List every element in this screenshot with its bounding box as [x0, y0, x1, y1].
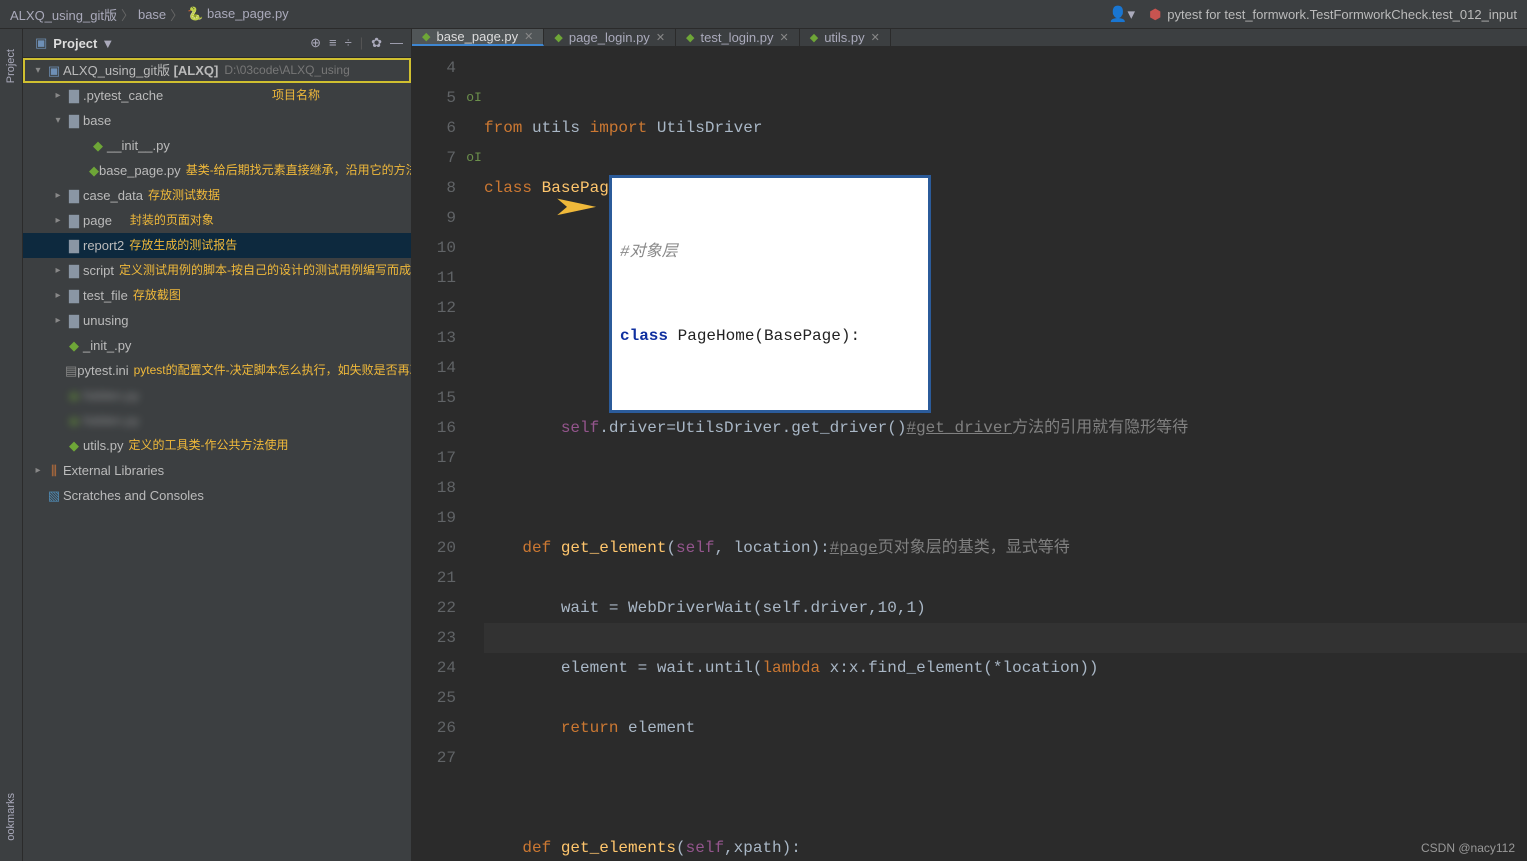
- code-popup-overlay: #对象层 class PageHome(BasePage):: [609, 175, 931, 413]
- tree-file-utils[interactable]: ◆utils.py定义的工具类-作公共方法使用: [23, 433, 411, 458]
- overlay-comment: #对象层: [620, 238, 920, 266]
- tree-scratches[interactable]: ▧Scratches and Consoles: [23, 483, 411, 508]
- implements-marker-icon[interactable]: oI: [464, 83, 484, 113]
- tree-external-libraries[interactable]: ▸⫼External Libraries: [23, 458, 411, 483]
- settings-icon[interactable]: ✿: [371, 35, 382, 51]
- python-file-icon: ◆: [89, 133, 107, 158]
- run-config-label: pytest for test_formwork.TestFormworkChe…: [1167, 7, 1517, 22]
- folder-icon: ▇: [65, 233, 83, 258]
- folder-icon: ▇: [65, 308, 83, 333]
- python-file-icon: ◆: [89, 158, 99, 183]
- folder-icon: ▇: [65, 183, 83, 208]
- python-file-icon: ◆: [65, 333, 83, 358]
- code-text[interactable]: from utils import UtilsDriver class Base…: [484, 47, 1527, 861]
- folder-icon: ▇: [65, 108, 83, 133]
- tree-file-pytest-ini[interactable]: ▤pytest.inipytest的配置文件-决定脚本怎么执行，如失败是否再次执…: [23, 358, 411, 383]
- sidebar-title: Project: [53, 36, 97, 51]
- python-file-icon: ◆: [65, 383, 83, 408]
- top-breadcrumb-bar: ALXQ_using_git版 〉 base 〉 🐍 base_page.py …: [0, 0, 1527, 29]
- tab-test-login[interactable]: ◆test_login.py✕: [676, 29, 800, 46]
- python-file-icon: ◆: [810, 31, 818, 44]
- tool-window-stripe: Project ookmarks: [0, 29, 23, 861]
- python-file-icon: ◆: [686, 31, 694, 44]
- pytest-run-icon: ⬢: [1149, 6, 1161, 23]
- tree-folder-script[interactable]: ▸▇script定义测试用例的脚本-按自己的设计的测试用例编写而成: [23, 258, 411, 283]
- editor-tabs: ◆base_page.py✕ ◆page_login.py✕ ◆test_log…: [412, 29, 1527, 47]
- annotation-label: 基类-给后期找元素直接继承，沿用它的方法: [186, 158, 411, 183]
- tab-utils[interactable]: ◆utils.py✕: [800, 29, 891, 46]
- python-file-icon: ◆: [65, 408, 83, 433]
- folder-icon: ▇: [65, 258, 83, 283]
- tab-page-login[interactable]: ◆page_login.py✕: [544, 29, 676, 46]
- python-file-icon: ◆: [65, 433, 83, 458]
- close-icon[interactable]: ✕: [524, 30, 533, 43]
- tree-file-init2[interactable]: ◆_init_.py: [23, 333, 411, 358]
- tree-folder-base[interactable]: ▾▇base: [23, 108, 411, 133]
- tree-file-hidden[interactable]: ◆hidden.py: [23, 383, 411, 408]
- project-folder-icon: ▣: [45, 58, 63, 83]
- locate-icon[interactable]: ⊕: [310, 35, 321, 51]
- tree-root[interactable]: ▾ ▣ ALXQ_using_git版 [ALXQ] D:\03code\ALX…: [23, 58, 411, 83]
- project-icon: ▣: [35, 35, 47, 51]
- close-icon[interactable]: ✕: [780, 31, 789, 44]
- close-icon[interactable]: ✕: [871, 31, 880, 44]
- breadcrumb-sep-icon: 〉: [121, 5, 134, 24]
- divider-icon: |: [360, 35, 363, 51]
- breadcrumb-folder[interactable]: base: [138, 7, 166, 22]
- close-icon[interactable]: ✕: [656, 31, 665, 44]
- fold-gutter: oI oI: [464, 47, 484, 861]
- annotation-label: 项目名称: [272, 83, 320, 108]
- run-configuration-selector[interactable]: ⬢ pytest for test_formwork.TestFormworkC…: [1149, 6, 1517, 23]
- project-tree[interactable]: ▾ ▣ ALXQ_using_git版 [ALXQ] D:\03code\ALX…: [23, 58, 411, 861]
- breadcrumb-root[interactable]: ALXQ_using_git版: [10, 5, 117, 24]
- tree-file-init[interactable]: ◆__init__.py: [23, 133, 411, 158]
- folder-icon: ▇: [65, 208, 83, 233]
- folder-icon: ▇: [65, 283, 83, 308]
- ini-file-icon: ▤: [65, 358, 77, 383]
- tab-base-page[interactable]: ◆base_page.py✕: [412, 29, 544, 46]
- tree-file-base-page[interactable]: ◆base_page.py基类-给后期找元素直接继承，沿用它的方法: [23, 158, 411, 183]
- tree-folder-unusing[interactable]: ▸▇unusing: [23, 308, 411, 333]
- project-tool-button[interactable]: Project: [5, 49, 17, 83]
- implements-marker-icon[interactable]: oI: [464, 143, 484, 173]
- line-number-gutter: 4567891011121314151617181920212223242526…: [412, 47, 464, 861]
- breadcrumb-sep-icon: 〉: [170, 5, 183, 24]
- python-file-icon: ◆: [554, 31, 562, 44]
- folder-icon: ▇: [65, 83, 83, 108]
- sidebar-toolbar: ⊕ ≡ ÷ | ✿ —: [310, 35, 411, 51]
- tree-folder-report2[interactable]: ▇report2存放生成的测试报告: [23, 233, 411, 258]
- libraries-icon: ⫼: [45, 458, 63, 483]
- editor-pane: ◆base_page.py✕ ◆page_login.py✕ ◆test_log…: [412, 29, 1527, 861]
- python-file-icon: ◆: [422, 30, 430, 43]
- expand-icon[interactable]: ▾: [31, 58, 45, 83]
- tree-folder-test-file[interactable]: ▸▇test_file存放截图: [23, 283, 411, 308]
- watermark-label: CSDN @nacy112: [1421, 841, 1515, 855]
- tree-folder-pytest-cache[interactable]: ▸▇.pytest_cache: [23, 83, 411, 108]
- project-sidebar: ▣ Project ▼ ⊕ ≡ ÷ | ✿ — ▾ ▣ ALXQ_using_g…: [23, 29, 412, 861]
- current-line-highlight: [484, 623, 1527, 653]
- tree-folder-case-data[interactable]: ▸▇case_data存放测试数据: [23, 183, 411, 208]
- expand-all-icon[interactable]: ≡: [329, 35, 337, 51]
- user-icon[interactable]: 👤▾: [1109, 5, 1135, 23]
- collapse-all-icon[interactable]: ÷: [345, 35, 352, 51]
- tree-folder-page[interactable]: ▸▇page封装的页面对象: [23, 208, 411, 233]
- code-area[interactable]: 4567891011121314151617181920212223242526…: [412, 47, 1527, 861]
- dropdown-icon[interactable]: ▼: [101, 36, 114, 51]
- scratches-icon: ▧: [45, 483, 63, 508]
- annotation-arrow-icon: ➤: [551, 193, 599, 223]
- hide-icon[interactable]: —: [390, 35, 403, 51]
- sidebar-header: ▣ Project ▼ ⊕ ≡ ÷ | ✿ —: [23, 29, 411, 58]
- breadcrumb-file[interactable]: 🐍 base_page.py: [187, 6, 289, 22]
- python-file-icon: 🐍: [187, 6, 207, 21]
- tree-file-hidden[interactable]: ◆hidden.py: [23, 408, 411, 433]
- bookmarks-tool-button[interactable]: ookmarks: [5, 793, 17, 841]
